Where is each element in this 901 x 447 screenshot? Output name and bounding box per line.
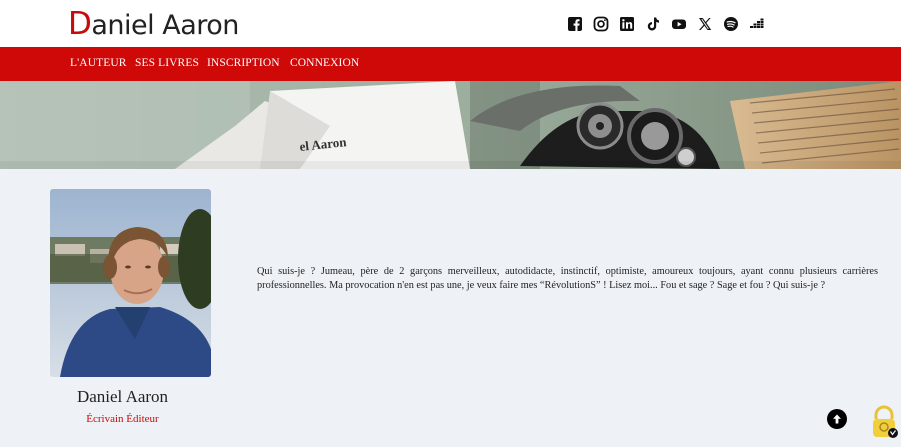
hero-banner: el Aaron bbox=[0, 81, 901, 169]
lock-icon bbox=[873, 405, 898, 438]
author-photo bbox=[50, 189, 211, 377]
x-icon[interactable] bbox=[697, 16, 713, 32]
facebook-icon[interactable] bbox=[567, 16, 583, 32]
main-navigation: L'AUTEUR SES LIVRES INSCRIPTION CONNEXIO… bbox=[0, 47, 901, 81]
instagram-icon[interactable] bbox=[593, 16, 609, 32]
youtube-icon[interactable] bbox=[671, 16, 687, 32]
author-bio: Qui suis-je ? Jumeau, père de 2 garçons … bbox=[257, 266, 878, 291]
author-name: Daniel Aaron bbox=[76, 387, 169, 406]
author-role: Écrivain Éditeur bbox=[86, 413, 159, 425]
linkedin-icon[interactable] bbox=[619, 16, 635, 32]
site-header: Daniel Aaron bbox=[0, 0, 901, 47]
site-logo[interactable]: Daniel Aaron bbox=[68, 6, 239, 44]
about-section: Daniel Aaron Écrivain Éditeur Qui suis-j… bbox=[0, 169, 901, 447]
nav-item-author[interactable]: L'AUTEUR bbox=[70, 57, 127, 69]
tiktok-icon[interactable] bbox=[645, 16, 661, 32]
nav-item-books[interactable]: SES LIVRES bbox=[135, 57, 199, 69]
nav-item-signup[interactable]: INSCRIPTION bbox=[207, 57, 280, 69]
hero-image: el Aaron bbox=[0, 81, 901, 169]
logo-initial: D bbox=[68, 6, 92, 42]
nav-item-login[interactable]: CONNEXION bbox=[290, 57, 359, 69]
spotify-icon[interactable] bbox=[723, 16, 739, 32]
accessibility-button[interactable] bbox=[869, 405, 899, 439]
deezer-icon[interactable] bbox=[749, 16, 765, 32]
scroll-to-top-button[interactable] bbox=[827, 409, 847, 429]
arrow-up-icon bbox=[833, 414, 841, 424]
logo-text: aniel Aaron bbox=[91, 10, 239, 41]
social-links bbox=[567, 16, 765, 32]
